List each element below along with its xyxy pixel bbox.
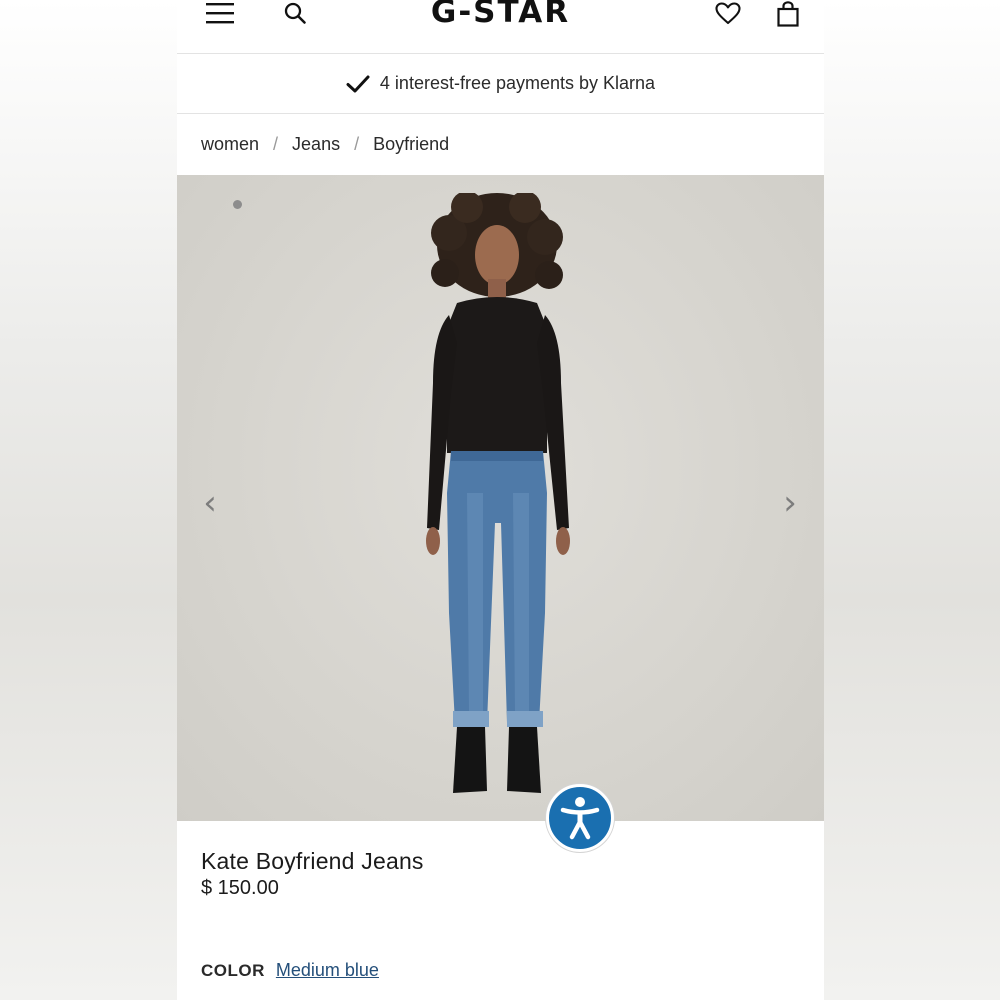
klarna-promo-text: 4 interest-free payments by Klarna <box>379 73 656 93</box>
gallery-pagination-dot[interactable] <box>233 200 242 209</box>
product-model-photo <box>426 193 570 793</box>
product-image-gallery[interactable]: ‹ › <box>177 175 824 821</box>
site-header: G-STAR <box>177 0 824 54</box>
breadcrumb-item-boyfriend[interactable]: Boyfriend <box>373 134 449 155</box>
color-label: COLOR <box>201 961 265 980</box>
breadcrumb-separator: / <box>354 133 360 154</box>
color-value-link[interactable]: Medium blue <box>276 960 379 981</box>
color-selector: COLOR Medium blue <box>201 960 379 981</box>
shopping-bag-button[interactable] <box>774 0 802 28</box>
product-page: G-STAR 4 interest-free payments by Klarn… <box>177 0 824 1000</box>
breadcrumb-separator: / <box>273 133 279 154</box>
gallery-next-arrow[interactable]: › <box>775 483 805 523</box>
shopping-bag-icon <box>777 1 799 27</box>
gallery-prev-arrow[interactable]: ‹ <box>195 483 225 523</box>
breadcrumb-item-women[interactable]: women <box>201 134 259 155</box>
breadcrumb-item-jeans[interactable]: Jeans <box>292 134 340 155</box>
heart-icon <box>715 1 741 24</box>
product-price: $ 150.00 <box>201 877 279 899</box>
wishlist-button[interactable] <box>712 0 744 26</box>
checkmark-icon <box>346 75 370 92</box>
product-title: Kate Boyfriend Jeans <box>201 848 424 874</box>
accessibility-icon <box>560 797 600 840</box>
breadcrumb: women / Jeans / Boyfriend <box>201 114 449 174</box>
klarna-promo-bar: 4 interest-free payments by Klarna <box>177 54 824 114</box>
accessibility-button[interactable] <box>546 784 614 852</box>
